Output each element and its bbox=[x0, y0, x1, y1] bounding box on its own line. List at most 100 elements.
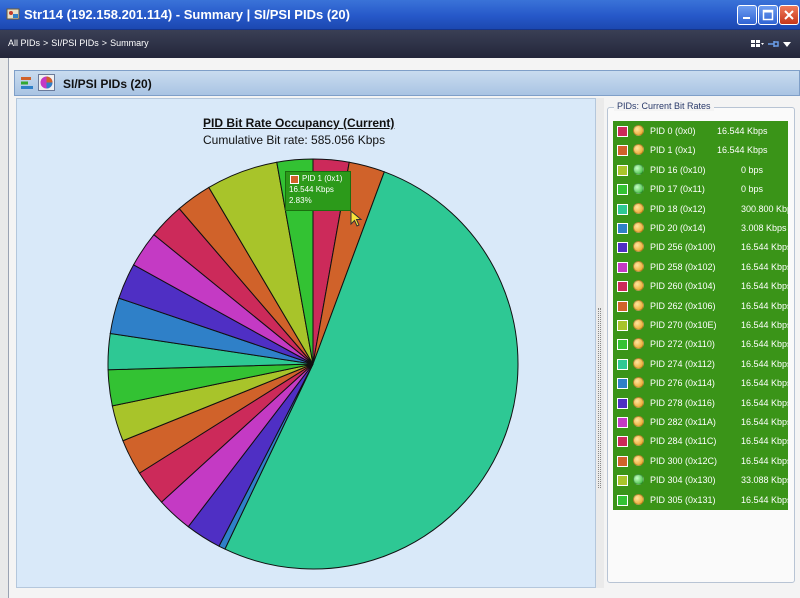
legend-item[interactable]: PID 18 (0x12) 300.800 Kbps bbox=[613, 201, 788, 218]
legend-color-swatch bbox=[617, 475, 628, 487]
legend-rate-label: 16.544 Kbps bbox=[717, 126, 768, 136]
legend-pid-label: PID 278 (0x116) bbox=[650, 397, 715, 408]
status-ok-icon bbox=[633, 163, 644, 175]
legend-item[interactable]: PID 17 (0x11) 0 bps bbox=[613, 181, 788, 198]
legend-item[interactable]: PID 0 (0x0) 16.544 Kbps bbox=[613, 123, 788, 140]
legend-color-swatch bbox=[617, 223, 628, 234]
legend-pid-label: PID 258 (0x102) bbox=[650, 261, 716, 272]
chart-subtitle: Cumulative Bit rate: 585.056 Kbps bbox=[203, 133, 386, 147]
legend-item[interactable]: PID 258 (0x102) 16.544 Kbps bbox=[613, 259, 788, 276]
legend-rate-label: 16.544 Kbps bbox=[741, 455, 788, 466]
tooltip-pid: PID 1 (0x1) bbox=[302, 174, 343, 183]
legend-color-swatch bbox=[617, 378, 628, 390]
legend-color-swatch bbox=[617, 397, 628, 409]
legend-color-swatch bbox=[617, 164, 628, 176]
legend-item[interactable]: PID 300 (0x12C) 16.544 Kbps bbox=[613, 453, 788, 470]
legend-rate-label: 16.544 Kbps bbox=[741, 436, 788, 447]
legend-color-swatch bbox=[617, 320, 628, 331]
legend-rate-label: 16.544 Kbps bbox=[741, 281, 788, 292]
status-warning-icon bbox=[633, 319, 644, 330]
splitter-grip[interactable] bbox=[598, 308, 601, 488]
legend-color-swatch bbox=[617, 126, 628, 137]
legend-rate-label: 16.544 Kbps bbox=[741, 417, 788, 427]
legend-color-swatch bbox=[617, 203, 628, 215]
legend-pid-label: PID 1 (0x1) bbox=[650, 145, 696, 156]
legend-item[interactable]: PID 274 (0x112) 16.544 Kbps bbox=[613, 356, 788, 373]
legend-pid-label: PID 276 (0x114) bbox=[650, 378, 715, 389]
legend-pid-label: PID 260 (0x104) bbox=[650, 281, 716, 292]
status-ok-icon bbox=[633, 183, 644, 195]
legend-item[interactable]: PID 260 (0x104) 16.544 Kbps bbox=[613, 278, 788, 295]
status-warning-icon bbox=[633, 338, 644, 350]
legend-rate-label: 16.544 Kbps bbox=[741, 261, 788, 272]
legend-pid-label: PID 274 (0x112) bbox=[650, 358, 715, 369]
legend-caption: PIDs: Current Bit Rates bbox=[614, 101, 714, 111]
legend-item[interactable]: PID 16 (0x10) 0 bps bbox=[613, 162, 788, 179]
legend-pid-label: PID 16 (0x10) bbox=[650, 164, 706, 175]
legend-pid-label: PID 282 (0x11A) bbox=[650, 417, 716, 427]
legend-color-swatch bbox=[617, 455, 628, 467]
legend-pid-label: PID 305 (0x131) bbox=[650, 494, 716, 505]
status-warning-icon bbox=[633, 416, 644, 427]
legend-item[interactable]: PID 20 (0x14) 3.008 Kbps bbox=[613, 220, 788, 237]
status-warning-icon bbox=[633, 280, 644, 292]
legend-item[interactable]: PID 284 (0x11C) 16.544 Kbps bbox=[613, 433, 788, 450]
legend-rate-label: 0 bps bbox=[741, 164, 764, 175]
legend-pid-label: PID 17 (0x11) bbox=[650, 184, 705, 195]
legend-item[interactable]: PID 1 (0x1) 16.544 Kbps bbox=[613, 142, 788, 159]
status-warning-icon bbox=[633, 260, 644, 272]
status-warning-icon bbox=[633, 357, 644, 369]
legend-item[interactable]: PID 256 (0x100) 16.544 Kbps bbox=[613, 239, 788, 256]
slice-tooltip: PID 1 (0x1) 16.544 Kbps 2.83% bbox=[285, 171, 351, 211]
legend-rate-label: 0 bps bbox=[741, 184, 764, 195]
legend-pid-label: PID 284 (0x11C) bbox=[650, 436, 717, 447]
panel-splitter[interactable] bbox=[596, 98, 604, 588]
status-warning-icon bbox=[633, 435, 644, 447]
status-warning-icon bbox=[633, 493, 644, 505]
legend-rate-label: 16.544 Kbps bbox=[741, 378, 788, 389]
legend-color-swatch bbox=[617, 417, 628, 428]
tooltip-rate: 16.544 Kbps bbox=[289, 185, 334, 194]
legend-pid-label: PID 270 (0x10E) bbox=[650, 320, 717, 330]
legend-pid-label: PID 20 (0x14) bbox=[650, 223, 706, 233]
legend-rate-label: 16.544 Kbps bbox=[741, 339, 788, 350]
status-warning-icon bbox=[633, 222, 644, 233]
status-warning-icon bbox=[633, 125, 644, 136]
status-warning-icon bbox=[633, 202, 644, 214]
legend-color-swatch bbox=[617, 339, 628, 351]
mouse-cursor-icon bbox=[350, 210, 363, 227]
legend-color-swatch bbox=[617, 358, 628, 370]
legend-item[interactable]: PID 272 (0x110) 16.544 Kbps bbox=[613, 336, 788, 353]
legend-pid-label: PID 304 (0x130) bbox=[650, 475, 716, 486]
legend-rate-label: 16.544 Kbps bbox=[717, 145, 768, 156]
tooltip-percent: 2.83% bbox=[289, 196, 312, 205]
status-warning-icon bbox=[633, 144, 644, 156]
legend-pid-label: PID 18 (0x12) bbox=[650, 203, 706, 214]
legend-item[interactable]: PID 305 (0x131) 16.544 Kbps bbox=[613, 492, 788, 509]
legend-item[interactable]: PID 262 (0x106) 16.544 Kbps bbox=[613, 298, 788, 315]
status-warning-icon bbox=[633, 396, 644, 408]
legend-rate-label: 16.544 Kbps bbox=[741, 320, 788, 330]
legend-item[interactable]: PID 304 (0x130) 33.088 Kbps bbox=[613, 472, 788, 489]
status-warning-icon bbox=[633, 454, 644, 466]
legend-color-swatch bbox=[617, 436, 628, 448]
legend-item[interactable]: PID 276 (0x114) 16.544 Kbps bbox=[613, 375, 788, 392]
legend-pid-label: PID 0 (0x0) bbox=[650, 126, 696, 136]
legend-color-swatch bbox=[617, 494, 628, 506]
legend-pid-label: PID 300 (0x12C) bbox=[650, 455, 718, 466]
legend-item[interactable]: PID 270 (0x10E) 16.544 Kbps bbox=[613, 317, 788, 334]
status-warning-icon bbox=[633, 299, 644, 311]
legend-rate-label: 16.544 Kbps bbox=[741, 242, 788, 253]
legend-item[interactable]: PID 282 (0x11A) 16.544 Kbps bbox=[613, 414, 788, 431]
chart-title: PID Bit Rate Occupancy (Current) bbox=[203, 116, 395, 130]
legend-pid-label: PID 262 (0x106) bbox=[650, 300, 716, 311]
legend-list[interactable]: PID 0 (0x0) 16.544 Kbps PID 1 (0x1) 16.544 … bbox=[613, 121, 788, 510]
legend-rate-label: 16.544 Kbps bbox=[741, 300, 788, 311]
legend-pid-label: PID 272 (0x110) bbox=[650, 339, 715, 350]
legend-pid-label: PID 256 (0x100) bbox=[650, 242, 716, 253]
legend-rate-label: 3.008 Kbps bbox=[741, 223, 787, 233]
legend-item[interactable]: PID 278 (0x116) 16.544 Kbps bbox=[613, 395, 788, 412]
legend-color-swatch bbox=[617, 300, 628, 312]
legend-rate-label: 33.088 Kbps bbox=[741, 475, 788, 486]
legend-color-swatch bbox=[617, 145, 628, 157]
